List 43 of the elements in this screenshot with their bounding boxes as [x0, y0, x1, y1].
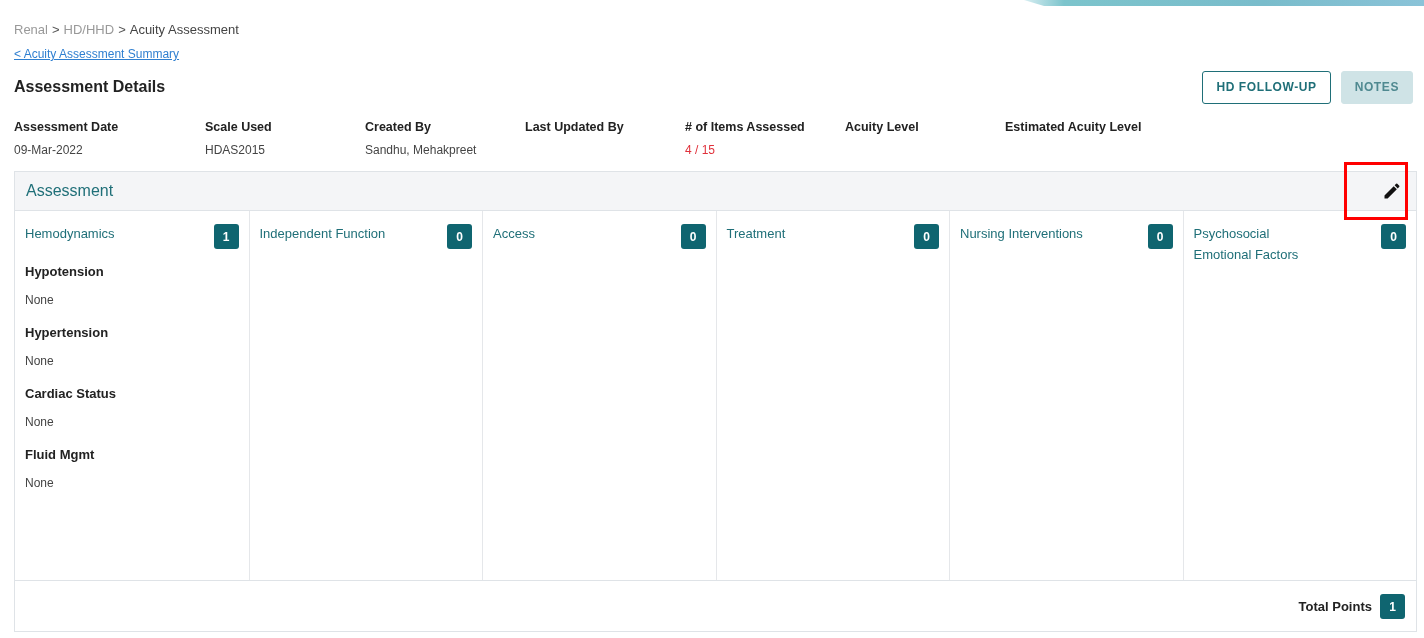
- category-title: Independent Function: [259, 225, 386, 243]
- count-badge: 0: [447, 224, 472, 249]
- item-label: Hypertension: [25, 325, 110, 340]
- count-badge: 0: [1381, 224, 1406, 249]
- item-value: None: [25, 476, 55, 490]
- page-title: Assessment Details: [14, 78, 166, 96]
- breadcrumb-separator: >: [118, 21, 126, 37]
- edit-icon[interactable]: [1382, 181, 1402, 201]
- field-value: Sandhu, Mehakpreet: [365, 143, 478, 157]
- category-title: Psychosocial Emotional Factors: [1193, 225, 1300, 264]
- breadcrumb-item[interactable]: Renal: [14, 21, 48, 37]
- total-label: Total Points: [1298, 598, 1372, 614]
- field-value: 4 / 15: [685, 143, 717, 157]
- item-label: Fluid Mgmt: [25, 447, 96, 462]
- count-badge: 0: [914, 224, 939, 249]
- item-value: None: [25, 293, 55, 307]
- category-title: Treatment: [726, 225, 786, 243]
- count-badge: 1: [213, 224, 239, 249]
- field-label: # of Items Assessed: [685, 120, 806, 134]
- field-value: 09-Mar-2022: [14, 143, 84, 157]
- field-value: HDAS2015: [205, 143, 267, 157]
- section-title: Assessment: [26, 182, 114, 200]
- item-value: None: [25, 415, 55, 429]
- field-label: Estimated Acuity Level: [1005, 120, 1143, 134]
- item-label: Cardiac Status: [25, 386, 118, 401]
- field-label: Acuity Level: [845, 120, 920, 134]
- follow-up-button[interactable]: HD FOLLOW-UP: [1202, 70, 1331, 104]
- field-label: Scale Used: [205, 120, 273, 134]
- item-label: Hypotension: [25, 264, 105, 279]
- breadcrumb-separator: >: [51, 21, 60, 37]
- category-title: Hemodynamics: [25, 225, 115, 243]
- total-badge: 1: [1380, 594, 1405, 619]
- back-link[interactable]: < Acuity Assessment Summary: [14, 47, 180, 61]
- category-title: Nursing Interventions: [960, 225, 1083, 243]
- count-badge: 0: [680, 224, 706, 249]
- breadcrumb-item: Acuity Assessment: [129, 21, 239, 37]
- breadcrumb-item[interactable]: HD/HHD: [63, 21, 115, 37]
- category-title: Access: [493, 225, 535, 243]
- count-badge: 0: [1147, 224, 1173, 249]
- field-label: Last Updated By: [525, 120, 625, 134]
- item-value: None: [25, 354, 55, 368]
- field-label: Assessment Date: [14, 120, 120, 134]
- field-label: Created By: [365, 120, 432, 134]
